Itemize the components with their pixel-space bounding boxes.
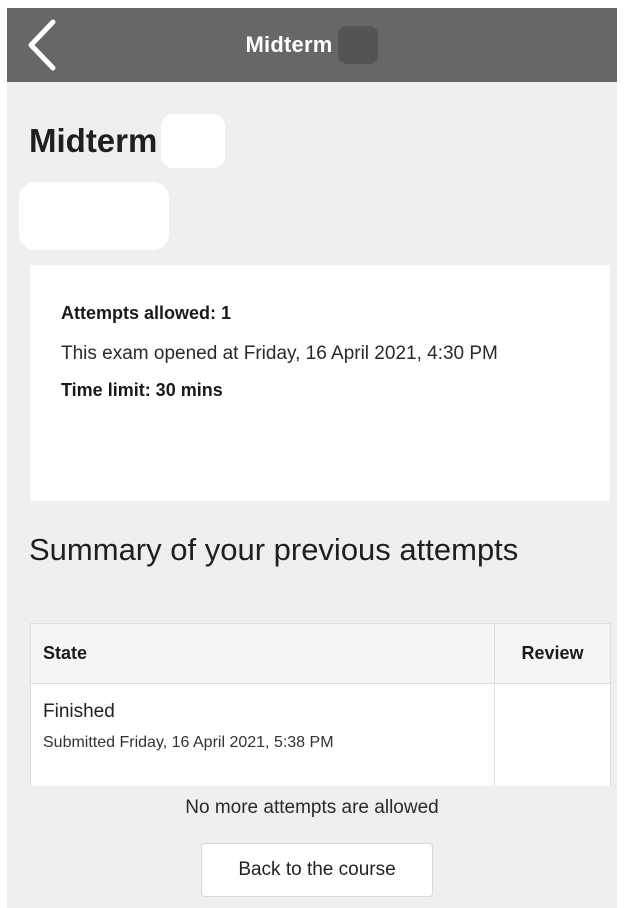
back-to-course-button[interactable]: Back to the course (201, 843, 433, 897)
column-header-review: Review (494, 623, 611, 684)
app-bar: Midterm (7, 8, 617, 82)
no-more-attempts-message: No more attempts are allowed (185, 797, 439, 818)
quiz-info-card: Attempts allowed: 1 This exam opened at … (30, 265, 610, 501)
attempts-table: State Review Finished Submitted Friday, … (30, 623, 611, 786)
redacted-block (19, 182, 169, 250)
summary-heading: Summary of your previous attempts (29, 532, 519, 567)
page-title: Midterm (29, 122, 158, 159)
screen: Midterm Midterm Attempts allowed: 1 This… (7, 8, 617, 908)
table-header-row: State Review (30, 623, 611, 684)
redacted-block (161, 114, 226, 168)
attempts-allowed: Attempts allowed: 1 (61, 303, 232, 323)
app-bar-title-wrap: Midterm (7, 8, 617, 82)
time-limit: Time limit: 30 mins (61, 380, 223, 400)
chevron-left-icon (28, 19, 56, 71)
opened-date: This exam opened at Friday, 16 April 202… (61, 343, 498, 364)
review-cell (494, 683, 611, 786)
redacted-block (338, 26, 379, 64)
page-title-row: Midterm (29, 114, 226, 168)
attempt-state: Finished (43, 701, 115, 722)
app-bar-title: Midterm (245, 32, 333, 57)
back-button[interactable] (19, 18, 67, 72)
table-row: Finished Submitted Friday, 16 April 2021… (30, 683, 611, 786)
state-cell: Finished Submitted Friday, 16 April 2021… (30, 683, 495, 786)
column-header-state: State (30, 623, 495, 684)
attempt-submitted: Submitted Friday, 16 April 2021, 5:38 PM (43, 734, 334, 751)
